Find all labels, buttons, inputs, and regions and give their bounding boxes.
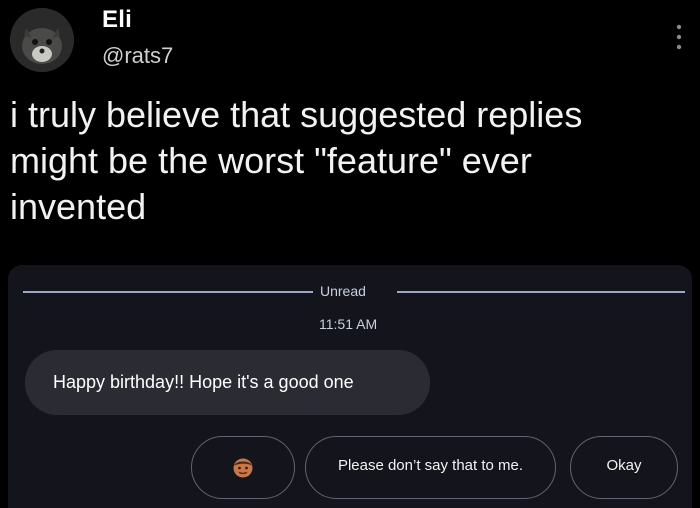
avatar-image	[10, 8, 74, 72]
unread-divider: Unread	[23, 283, 685, 299]
tweet-text: i truly believe that suggested replies m…	[10, 92, 650, 230]
avatar[interactable]	[10, 8, 74, 72]
suggested-reply-label: Please don’t say that to me.	[337, 457, 524, 474]
tweet-text-line: i truly believe that suggested replies	[10, 94, 583, 135]
man-emoji-icon	[233, 458, 253, 478]
tweet-text-line: might be the worst "feature" ever	[10, 140, 532, 181]
suggested-reply-okay-button[interactable]: Okay	[570, 436, 678, 499]
unread-label: Unread	[320, 283, 366, 299]
suggested-reply-label: Okay	[606, 457, 642, 474]
author-name[interactable]: Eli	[102, 6, 132, 34]
divider-line	[397, 291, 685, 293]
suggested-reply-button[interactable]: Please don’t say that to me.	[305, 436, 556, 499]
tweet: Eli @rats7 i truly believe that suggeste…	[0, 0, 700, 508]
message-bubble: Happy birthday!! Hope it's a good one	[25, 350, 430, 415]
embedded-message-screenshot[interactable]: Unread 11:51 AM Happy birthday!! Hope it…	[8, 265, 692, 508]
author-handle[interactable]: @rats7	[102, 43, 173, 69]
tweet-text-line: invented	[10, 186, 147, 227]
message-text: Happy birthday!! Hope it's a good one	[53, 372, 354, 392]
message-timestamp: 11:51 AM	[319, 316, 378, 332]
suggested-reply-emoji-button[interactable]	[191, 436, 295, 499]
more-options-icon[interactable]	[674, 22, 684, 52]
divider-line	[23, 291, 313, 293]
